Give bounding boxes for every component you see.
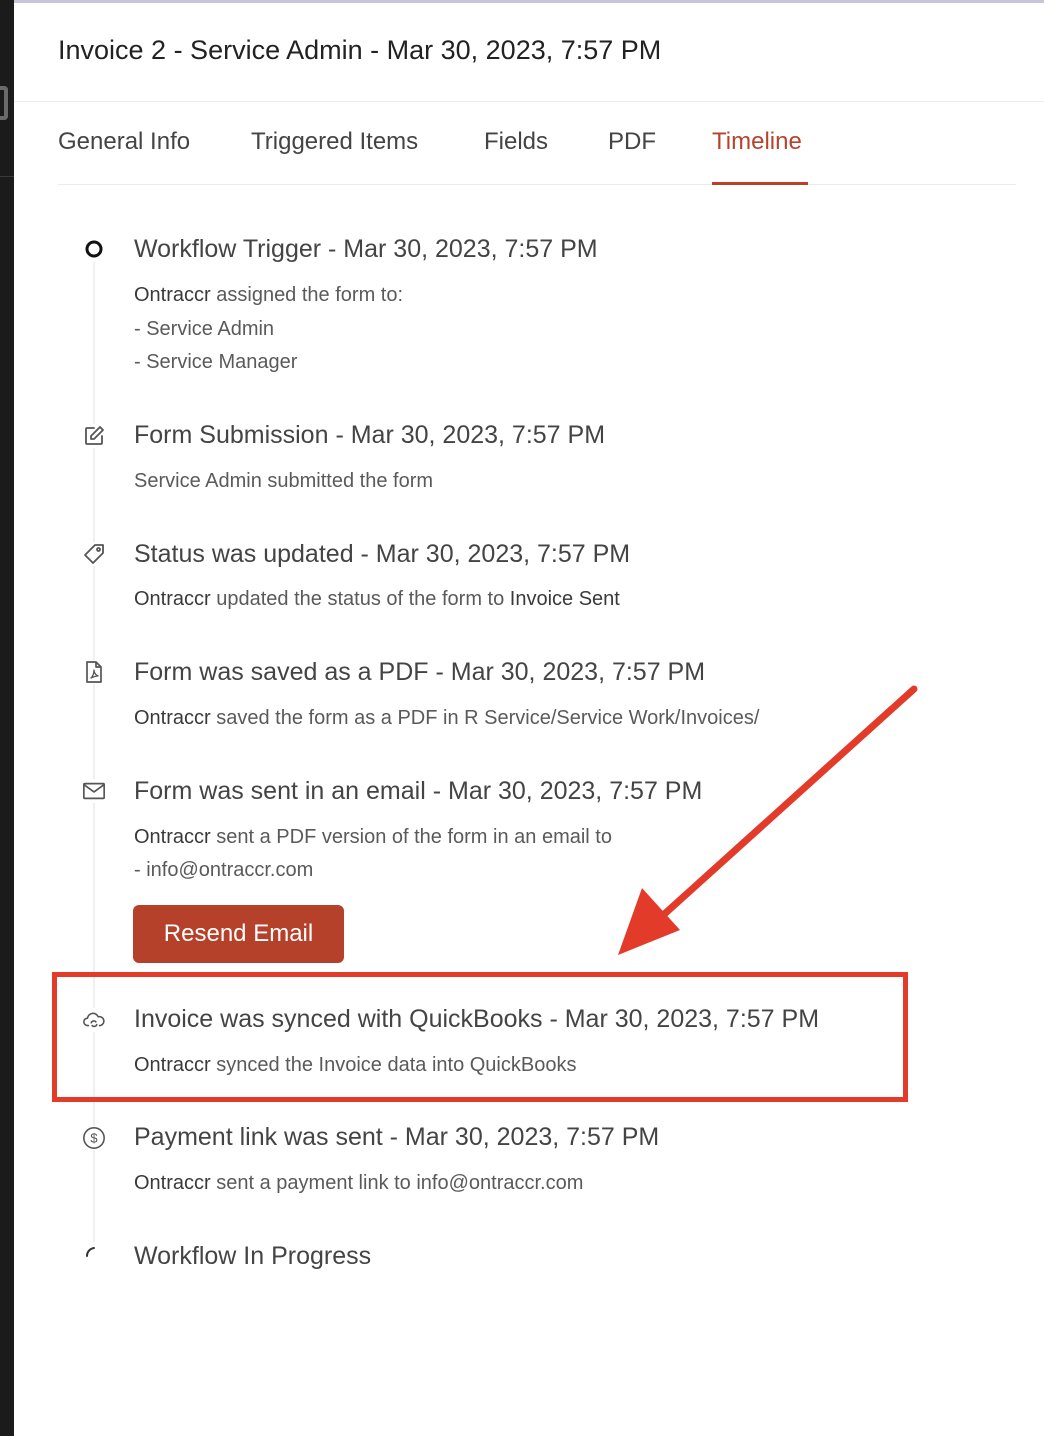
- event-text: updated the status of the form to: [216, 588, 505, 610]
- svg-text:$: $: [90, 1131, 97, 1146]
- event-title: Form Submission - Mar 30, 2023, 7:57 PM: [134, 421, 606, 449]
- background-app-strip: [0, 0, 14, 1436]
- tab-timeline[interactable]: Timeline: [712, 128, 802, 156]
- mail-icon: [82, 779, 106, 803]
- event-text: saved the form as a PDF in R Service/Ser…: [216, 707, 760, 729]
- event-title: Form was sent in an email - Mar 30, 2023…: [134, 777, 703, 805]
- tab-bar: General Info Triggered Items Fields PDF …: [58, 102, 1016, 185]
- actor-name: Ontraccr: [134, 1172, 211, 1194]
- pdf-file-icon: [82, 660, 106, 684]
- actor-name: Ontraccr: [134, 284, 211, 306]
- tag-icon: [82, 542, 106, 566]
- tab-pdf[interactable]: PDF: [608, 128, 656, 156]
- actor-name: Ontraccr: [134, 588, 211, 610]
- active-tab-indicator: [712, 182, 808, 185]
- edit-icon: [82, 424, 106, 448]
- tab-triggered-items[interactable]: Triggered Items: [251, 128, 418, 156]
- event-description: Service Admin submitted the form: [134, 470, 434, 492]
- background-divider: [0, 176, 14, 177]
- actor-name: Ontraccr: [134, 826, 211, 848]
- event-description: Ontraccr saved the form as a PDF in R Se…: [134, 707, 759, 730]
- recipient-item: - info@ontraccr.com: [134, 859, 314, 881]
- circle-icon: [82, 237, 106, 261]
- loading-spinner-icon: [82, 1242, 106, 1266]
- timeline-rail: [93, 262, 95, 1252]
- assignee-item: - Service Manager: [134, 351, 298, 373]
- event-title: Workflow In Progress: [134, 1242, 372, 1270]
- event-description: Ontraccr updated the status of the form …: [134, 588, 620, 611]
- tab-fields[interactable]: Fields: [484, 128, 548, 156]
- drawer-header: Invoice 2 - Service Admin - Mar 30, 2023…: [14, 3, 1044, 102]
- event-text: sent a payment link to info@ontraccr.com: [216, 1172, 584, 1194]
- event-description: Ontraccr sent a payment link to info@ont…: [134, 1172, 583, 1195]
- event-text: assigned the form to:: [216, 284, 404, 306]
- event-title: Status was updated - Mar 30, 2023, 7:57 …: [134, 540, 631, 568]
- event-description: Ontraccr sent a PDF version of the form …: [134, 826, 612, 849]
- assignee-item: - Service Admin: [134, 318, 275, 340]
- event-title: Payment link was sent - Mar 30, 2023, 7:…: [134, 1123, 660, 1151]
- dollar-circle-icon: $: [82, 1126, 106, 1150]
- tab-general-info[interactable]: General Info: [58, 128, 190, 156]
- event-title: Workflow Trigger - Mar 30, 2023, 7:57 PM: [134, 235, 598, 263]
- event-title: Form was saved as a PDF - Mar 30, 2023, …: [134, 658, 706, 686]
- page-title: Invoice 2 - Service Admin - Mar 30, 2023…: [58, 35, 662, 65]
- event-text: sent a PDF version of the form in an ema…: [216, 826, 612, 848]
- annotation-highlight-box: [52, 972, 908, 1102]
- resend-email-button[interactable]: Resend Email: [133, 905, 344, 963]
- background-glyph: [0, 86, 8, 120]
- status-value: Invoice Sent: [509, 588, 620, 610]
- event-description: Ontraccr assigned the form to:: [134, 284, 403, 307]
- actor-name: Ontraccr: [134, 707, 211, 729]
